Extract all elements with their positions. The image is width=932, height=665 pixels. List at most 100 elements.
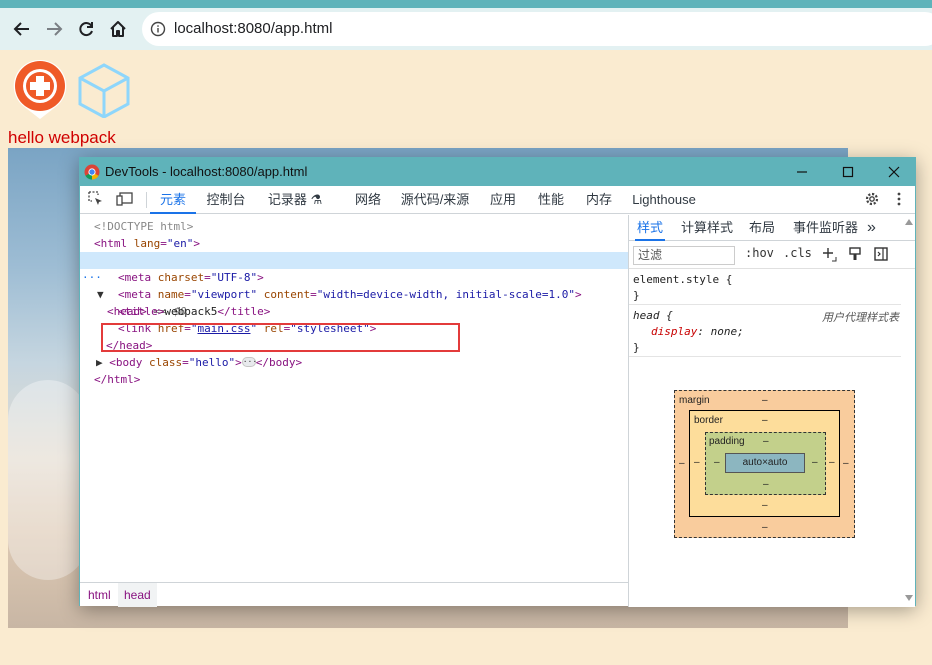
tab-sources[interactable]: 源代码/来源 bbox=[400, 186, 470, 214]
address-bar[interactable]: localhost:8080/app.html bbox=[142, 12, 932, 46]
tab-elements[interactable]: 元素 bbox=[150, 186, 196, 214]
forward-button[interactable] bbox=[41, 16, 67, 42]
styles-filter-input[interactable]: 过滤 bbox=[633, 246, 735, 265]
background-cloud bbox=[8, 380, 88, 580]
tag-end: > bbox=[235, 356, 242, 369]
attr-value: "en" bbox=[166, 237, 194, 250]
reload-icon bbox=[79, 22, 93, 37]
dom-meta-charset[interactable]: <meta charset="UTF-8"> bbox=[118, 269, 264, 286]
eq-sign: = bbox=[160, 237, 167, 250]
element-style-selector: element.style { bbox=[633, 273, 733, 286]
tab-application[interactable]: 应用 bbox=[488, 186, 518, 214]
tab-recorder[interactable]: 记录器 ⚗ bbox=[264, 186, 326, 214]
url-text: localhost:8080/app.html bbox=[174, 20, 333, 37]
tag-text: <body bbox=[109, 356, 143, 369]
scroll-up-arrow-icon[interactable] bbox=[905, 219, 913, 225]
highlight-annotation-box bbox=[101, 323, 460, 352]
tab-layout[interactable]: 布局 bbox=[749, 215, 775, 241]
close-icon bbox=[888, 166, 900, 178]
styles-filter-row: 过滤 :hov .cls bbox=[629, 241, 915, 269]
class-toggle[interactable]: .cls bbox=[783, 246, 812, 260]
triangle-right-icon[interactable]: ▶ bbox=[96, 356, 103, 369]
scroll-down-arrow-icon[interactable] bbox=[905, 595, 913, 601]
close-button[interactable] bbox=[884, 162, 904, 182]
tab-event-listeners[interactable]: 事件监听器 bbox=[793, 215, 858, 241]
dom-html-open[interactable]: <html lang="en"> bbox=[94, 235, 200, 252]
dom-doctype[interactable]: <!DOCTYPE html> bbox=[94, 218, 193, 235]
browser-toolbar: localhost:8080/app.html bbox=[0, 8, 932, 50]
reload-button[interactable] bbox=[73, 16, 99, 42]
head-ua-rule[interactable]: head { 用户代理样式表 display: none; } bbox=[629, 305, 901, 357]
box-model-border[interactable]: border – – – – padding – – – – auto×auto bbox=[689, 410, 840, 517]
styles-scrollbar[interactable] bbox=[902, 215, 915, 607]
attr-name: charset bbox=[157, 271, 205, 284]
box-model-padding[interactable]: padding – – – – auto×auto bbox=[705, 432, 826, 495]
dom-head-selected[interactable]: ··· ▼ <head> == $0 bbox=[80, 252, 628, 318]
add-rule-plus-icon[interactable] bbox=[821, 246, 837, 265]
element-style-rule[interactable]: element.style { } bbox=[629, 269, 901, 305]
elements-dom-tree[interactable]: <!DOCTYPE html> <html lang="en"> ··· ▼ <… bbox=[80, 215, 628, 582]
tab-computed[interactable]: 计算样式 bbox=[681, 215, 733, 241]
tag-text: </title> bbox=[217, 305, 271, 318]
dom-html-close[interactable]: </html> bbox=[94, 371, 140, 388]
padding-label: padding bbox=[709, 436, 745, 447]
dom-title[interactable]: <title>webpack5</title> bbox=[118, 303, 270, 320]
tag-end: > bbox=[257, 271, 264, 284]
attr-name: name bbox=[157, 288, 185, 301]
sidebar-toggle-icon[interactable] bbox=[873, 246, 889, 265]
ellipsis-icon[interactable]: ··· bbox=[82, 269, 102, 286]
hover-state-toggle[interactable]: :hov bbox=[745, 246, 774, 260]
maximize-icon bbox=[842, 166, 854, 178]
tab-memory[interactable]: 内存 bbox=[584, 186, 614, 214]
tab-console[interactable]: 控制台 bbox=[204, 186, 248, 214]
eq-sign: = bbox=[204, 271, 211, 284]
minimize-button[interactable] bbox=[792, 162, 812, 182]
page-heading: hello webpack bbox=[8, 128, 116, 147]
styles-tabs: 样式 计算样式 布局 事件监听器 » bbox=[629, 215, 915, 241]
breadcrumb-html[interactable]: html bbox=[82, 583, 117, 607]
margin-bottom-value: – bbox=[762, 522, 768, 533]
box-model-content[interactable]: auto×auto bbox=[725, 453, 805, 473]
breadcrumb-head[interactable]: head bbox=[118, 583, 157, 607]
arrow-left-icon bbox=[13, 22, 29, 36]
attr-value: "width=device-width, initial-scale=1.0" bbox=[316, 288, 575, 301]
border-bottom-value: – bbox=[762, 500, 768, 511]
tag-text: </body> bbox=[255, 356, 303, 369]
triangle-down-icon[interactable]: ▼ bbox=[97, 286, 104, 303]
doctype-text: <!DOCTYPE html> bbox=[94, 220, 194, 233]
tag-text: </html> bbox=[94, 373, 141, 386]
paint-bucket-icon[interactable] bbox=[847, 246, 863, 265]
attr-value: "UTF-8" bbox=[210, 271, 258, 284]
more-options-icon[interactable] bbox=[896, 191, 902, 212]
maximize-button[interactable] bbox=[838, 162, 858, 182]
border-top-value: – bbox=[762, 415, 768, 426]
dom-breadcrumbs: html head bbox=[80, 582, 628, 607]
padding-bottom-value: – bbox=[763, 479, 769, 490]
box-model-margin[interactable]: margin – – – – border – – – – padding – … bbox=[674, 390, 855, 538]
devtools-titlebar[interactable]: DevTools - localhost:8080/app.html bbox=[80, 158, 915, 186]
devtools-title: DevTools - localhost:8080/app.html bbox=[105, 164, 308, 179]
user-agent-stylesheet-label: 用户代理样式表 bbox=[822, 312, 899, 324]
site-info-icon[interactable] bbox=[150, 21, 166, 42]
chrome-logo-icon bbox=[84, 164, 100, 185]
collapsed-ellipsis-badge[interactable]: ··· bbox=[241, 357, 257, 367]
tab-performance[interactable]: 性能 bbox=[536, 186, 566, 214]
home-button[interactable] bbox=[105, 16, 131, 42]
tab-lighthouse[interactable]: Lighthouse bbox=[632, 186, 696, 214]
dom-meta-viewport[interactable]: <meta name="viewport" content="width=dev… bbox=[118, 286, 582, 303]
more-tabs-chevron-icon[interactable]: » bbox=[867, 215, 876, 241]
settings-gear-icon[interactable] bbox=[864, 191, 880, 212]
margin-top-value: – bbox=[762, 395, 768, 406]
tab-network[interactable]: 网络 bbox=[352, 186, 384, 214]
attr-name: class bbox=[149, 356, 183, 369]
tab-styles[interactable]: 样式 bbox=[635, 215, 665, 241]
inspect-element-icon[interactable] bbox=[88, 191, 104, 212]
padding-right-value: – bbox=[812, 457, 818, 468]
border-left-value: – bbox=[694, 457, 700, 468]
minimize-icon bbox=[797, 171, 807, 173]
device-toolbar-icon[interactable] bbox=[116, 191, 134, 212]
eq-sign: = bbox=[184, 288, 191, 301]
back-button[interactable] bbox=[9, 16, 35, 42]
dom-body[interactable]: ▶ <body class="hello">···</body> bbox=[96, 354, 302, 371]
tag-text: <title> bbox=[118, 305, 165, 318]
